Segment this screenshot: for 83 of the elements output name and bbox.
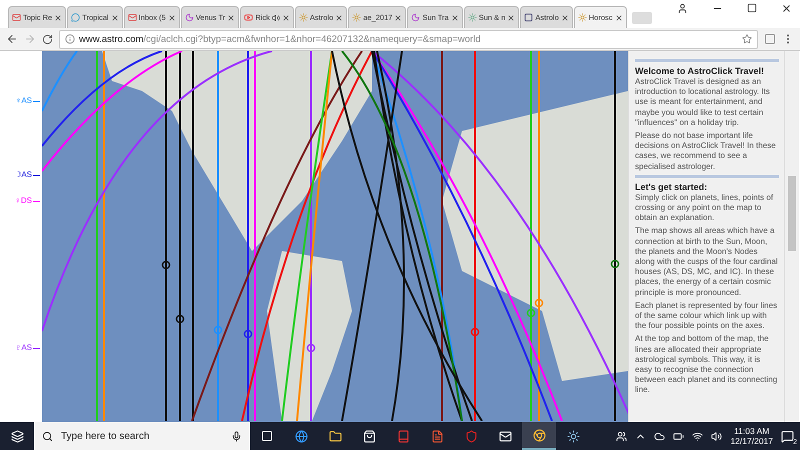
- planet-line[interactable]: [42, 51, 162, 147]
- tab-favicon-icon: [411, 13, 420, 22]
- close-icon[interactable]: [781, 3, 792, 14]
- back-icon[interactable]: [6, 33, 18, 45]
- extension-icon[interactable]: [764, 33, 776, 45]
- volume-icon[interactable]: [711, 430, 722, 442]
- close-tab-icon[interactable]: [450, 14, 459, 22]
- crossing-marker[interactable]: [214, 326, 222, 334]
- info-icon[interactable]: [65, 34, 75, 44]
- cloud-icon[interactable]: [654, 430, 666, 442]
- shield-icon[interactable]: [464, 430, 478, 442]
- close-tab-icon[interactable]: [614, 14, 623, 22]
- mail-icon[interactable]: [498, 430, 512, 442]
- planet-line[interactable]: [341, 51, 463, 421]
- notification-icon[interactable]: [781, 430, 794, 442]
- tab-favicon-icon: [244, 13, 254, 22]
- planet-line[interactable]: [42, 51, 272, 332]
- panel-paragraph: Each planet is represented by four lines of the same colour which link up with the four possible points on the axes.: [635, 300, 778, 332]
- axis-label[interactable]: ☽AS: [14, 170, 32, 179]
- battery-icon[interactable]: [673, 430, 684, 442]
- tab-favicon-icon: [12, 13, 21, 22]
- close-tab-icon[interactable]: [394, 14, 402, 22]
- tab-favicon-icon: [468, 13, 477, 22]
- crossing-marker[interactable]: [534, 298, 544, 308]
- tab-favicon-icon: [524, 13, 534, 22]
- bookmark-star-icon[interactable]: [742, 34, 752, 44]
- task-view-icon[interactable]: [261, 430, 273, 442]
- panel-paragraph: Please do not base important life decisions on AstroClick Travel! In these cases, we recommend to see a specialised astrologer.: [635, 131, 777, 172]
- microphone-icon[interactable]: [231, 430, 242, 442]
- tab-favicon-icon: [352, 13, 362, 22]
- profile-icon[interactable]: [677, 3, 688, 14]
- close-tab-icon[interactable]: [507, 14, 516, 22]
- crossing-marker[interactable]: [306, 344, 316, 352]
- app-icon[interactable]: [566, 430, 580, 442]
- close-tab-icon[interactable]: [227, 14, 236, 22]
- browser-icon[interactable]: [532, 428, 546, 442]
- crossing-marker[interactable]: [176, 314, 184, 324]
- planet-line[interactable]: [341, 51, 403, 421]
- address-field[interactable]: www.astro.com/cgi/aclch.cgi?btyp=acm&fwnhor=1&nhor=46207132&namequery=&smap=world: [59, 30, 758, 48]
- close-tab-icon[interactable]: [560, 14, 569, 22]
- wifi-icon[interactable]: [692, 430, 704, 442]
- crossing-marker[interactable]: [470, 328, 480, 336]
- store-icon[interactable]: [362, 430, 376, 442]
- tab-favicon-icon: [128, 13, 137, 22]
- planet-line[interactable]: [441, 51, 443, 421]
- document-icon[interactable]: [430, 430, 444, 442]
- planet-line[interactable]: [42, 51, 182, 172]
- crossing-marker[interactable]: [526, 308, 536, 318]
- close-tab-icon[interactable]: [54, 14, 62, 22]
- folder-icon[interactable]: [328, 430, 342, 442]
- tab-favicon-icon: [184, 13, 194, 22]
- browser-icon[interactable]: [294, 430, 308, 442]
- book-icon[interactable]: [396, 430, 410, 442]
- people-icon[interactable]: [616, 430, 628, 442]
- planet-line[interactable]: [241, 51, 373, 421]
- planet-line[interactable]: [191, 51, 363, 421]
- clock[interactable]: 11:03 AM 12/17/2017: [730, 426, 773, 446]
- scrollbar[interactable]: [784, 51, 799, 422]
- close-tab-icon[interactable]: [110, 14, 119, 22]
- close-tab-icon[interactable]: [282, 14, 290, 22]
- panel-paragraph: Simply click on planets, lines, points of crossing or any point on the map to obtain an explanation.: [635, 192, 774, 224]
- close-tab-icon[interactable]: [335, 14, 344, 22]
- panel-paragraph: AstroClick Travel is designed as an introduction to locational astrology. Its use is meant for entertainment, and maybe you would like to test certain "influences" on a holiday trip.: [635, 77, 771, 128]
- search-icon: [42, 430, 53, 442]
- axis-label[interactable]: ♇AS: [15, 343, 32, 352]
- crossing-marker[interactable]: [162, 260, 170, 270]
- crossing-marker[interactable]: [610, 260, 620, 268]
- reload-icon[interactable]: [42, 34, 53, 44]
- taskbar-search-field[interactable]: Type here to search: [34, 422, 250, 450]
- panel-paragraph: The map shows all areas which have a connection at birth to the Sun, Moon, the planets and the Moon's Nodes along with the cusps of the four cardinal houses (AS, DS, MC, and IC). In these places, the energy of a certain cosmic principle is more pronounced.: [635, 226, 779, 298]
- tab-favicon-icon: [298, 13, 308, 22]
- panel-heading: Let's get started:: [635, 182, 708, 192]
- planet-line[interactable]: [376, 51, 405, 421]
- panel-paragraph: At the top and bottom of the map, the lines are allocated their appropriate astrological symbols. This way, it is easy to recognise the connection between each planet and its connecting line.: [635, 334, 778, 396]
- close-tab-icon[interactable]: [168, 14, 176, 22]
- planet-line[interactable]: [331, 51, 483, 421]
- tab-favicon-icon: [578, 13, 587, 22]
- map-drawing[interactable]: [42, 51, 628, 422]
- maximize-icon[interactable]: [747, 3, 757, 13]
- tab-favicon-icon: [71, 13, 80, 22]
- crossing-marker[interactable]: [244, 330, 252, 338]
- panel-heading: Welcome to AstroClick Travel!: [635, 66, 766, 76]
- start-icon[interactable]: [10, 430, 24, 442]
